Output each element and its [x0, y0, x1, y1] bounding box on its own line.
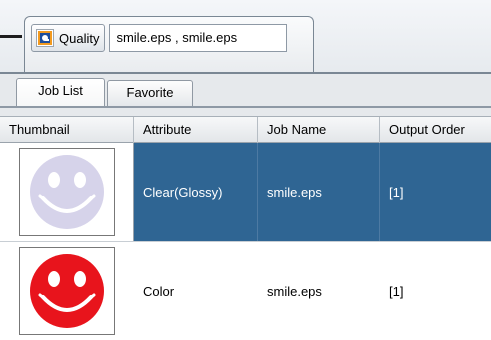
smiley-glossy-thumbnail [19, 148, 115, 236]
thumbnail-cell [0, 242, 134, 340]
table-row[interactable]: Color smile.eps [1] [0, 242, 491, 340]
table-header: Thumbnail Attribute Job Name Output Orde… [0, 116, 491, 143]
toolbar-dash [0, 35, 22, 38]
thumbnail-cell [0, 143, 134, 241]
job-list-table: Thumbnail Attribute Job Name Output Orde… [0, 116, 491, 340]
column-header-job-name[interactable]: Job Name [258, 117, 380, 143]
toolbar: Quality smile.eps , smile.eps [0, 0, 491, 74]
tab-job-list[interactable]: Job List [16, 78, 105, 106]
tab-underline [0, 106, 491, 108]
output-order-cell: [1] [389, 184, 404, 200]
tab-strip: Job List Favorite [0, 74, 491, 116]
job-filename-field[interactable]: smile.eps , smile.eps [109, 24, 288, 52]
attribute-cell: Clear(Glossy) [134, 143, 258, 241]
quality-group: Quality smile.eps , smile.eps [31, 23, 288, 53]
job-window: Quality smile.eps , smile.eps Job List F… [0, 0, 491, 340]
column-header-attribute[interactable]: Attribute [134, 117, 258, 143]
output-order-cell: [1] [389, 283, 404, 299]
quality-label: Quality [59, 30, 100, 46]
job-name-cell: smile.eps [267, 283, 322, 299]
column-header-output-order[interactable]: Output Order [380, 117, 491, 143]
job-name-cell: smile.eps [258, 143, 380, 241]
quality-button[interactable]: Quality [31, 24, 106, 52]
tab-favorite[interactable]: Favorite [107, 80, 193, 106]
attribute-cell: Color [143, 283, 175, 299]
column-header-thumbnail[interactable]: Thumbnail [0, 117, 134, 143]
table-row[interactable]: Clear(Glossy) smile.eps [1] [0, 143, 491, 241]
job-header-tab: Quality smile.eps , smile.eps [24, 16, 314, 72]
smiley-color-thumbnail [19, 247, 115, 335]
quality-icon [36, 29, 54, 47]
